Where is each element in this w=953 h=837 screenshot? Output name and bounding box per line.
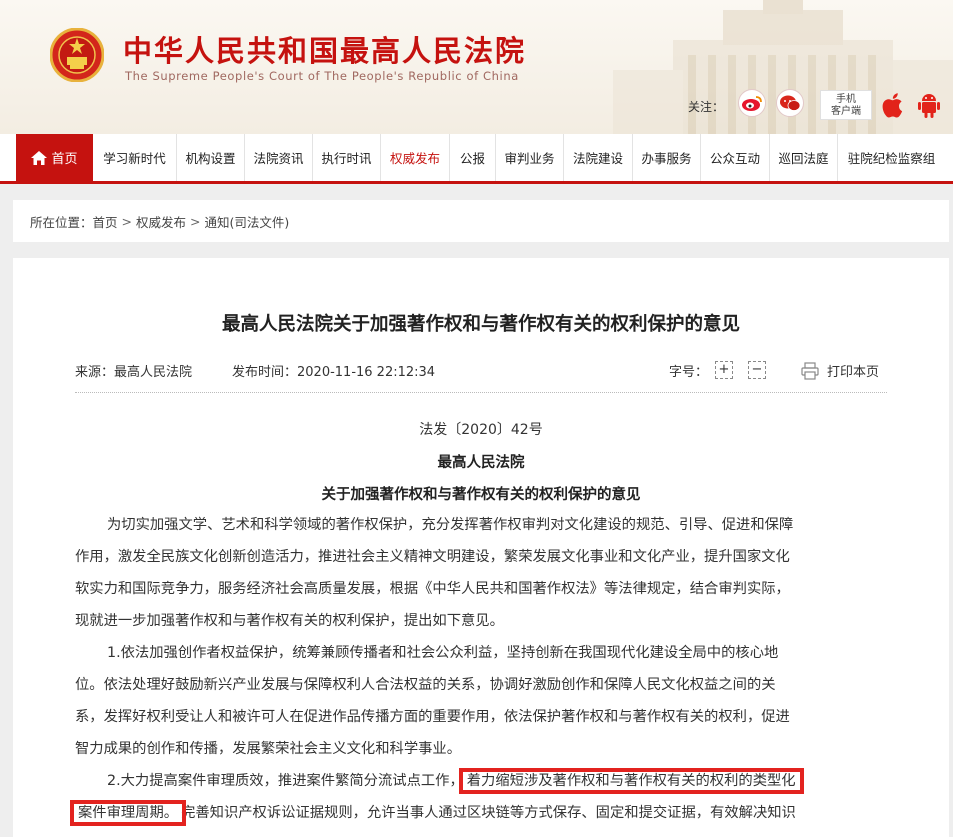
body-line: 2.大力提高案件审理质效，推进案件繁简分流试点工作， 着力缩短涉及著作权和与著作权… — [107, 768, 804, 794]
nav-item-fayuanzixun[interactable]: 法院资讯 — [245, 134, 313, 181]
article-publish-time: 发布时间：2020-11-16 22:12:34 — [232, 365, 436, 380]
print-page-link[interactable]: 打印本页 — [827, 361, 879, 380]
national-emblem-icon — [50, 28, 104, 82]
home-icon — [31, 150, 48, 165]
nav-item-xuexi[interactable]: 学习新时代 — [93, 134, 177, 181]
breadcrumb-item-quanwei[interactable]: 权威发布 — [136, 212, 186, 231]
breadcrumb-item-home[interactable]: 首页 — [93, 212, 118, 231]
main-nav: 首页 学习新时代 机构设置 法院资讯 执行时讯 权威发布 公报 审判业务 法院建… — [0, 134, 953, 184]
font-increase-button[interactable]: + — [715, 361, 733, 379]
breadcrumb-item-current[interactable]: 通知(司法文件) — [205, 212, 290, 231]
nav-item-jigou[interactable]: 机构设置 — [177, 134, 245, 181]
nav-item-jijian[interactable]: 驻院纪检监察组 — [838, 134, 945, 181]
nav-item-home[interactable]: 首页 — [16, 134, 93, 181]
highlighted-text: 案件审理周期。 — [69, 800, 187, 826]
font-size-label: 字号： — [669, 365, 709, 380]
font-decrease-button[interactable]: − — [748, 361, 766, 379]
article-title: 最高人民法院关于加强著作权和与著作权有关的权利保护的意见 — [221, 314, 740, 335]
nav-item-xunhui[interactable]: 巡回法庭 — [770, 134, 838, 181]
body-line: 系，发挥好权利受让人和被许可人在促进作品传播方面的重要作用，依法保护著作权和与著… — [75, 709, 790, 725]
breadcrumb-separator: > — [121, 213, 133, 229]
document-number: 法发〔2020〕42号 — [419, 422, 543, 438]
body-line: 现就进一步加强著作权和与著作权有关的权利保护，提出如下意见。 — [75, 613, 504, 629]
site-title[interactable]: 中华人民共和国最高人民法院 — [123, 28, 526, 70]
site-subtitle-en: The Supreme People's Court of The People… — [125, 69, 519, 83]
body-line: 为切实加强文学、艺术和科学领域的著作权保护，充分发挥著作权审判对文化建设的规范、… — [107, 517, 794, 533]
weibo-icon[interactable] — [738, 89, 766, 117]
follow-label: 关注： — [688, 100, 725, 114]
meta-divider — [75, 392, 887, 393]
nav-item-quanwei[interactable]: 权威发布 — [381, 134, 450, 181]
article-source: 来源：最高人民法院 — [75, 365, 193, 380]
body-line: 1.依法加强创作者权益保护，统筹兼顾传播者和社会公众利益，坚持创新在我国现代化建… — [107, 645, 779, 661]
breadcrumb-separator: > — [190, 213, 201, 229]
nav-item-banshi[interactable]: 办事服务 — [633, 134, 701, 181]
android-icon[interactable] — [914, 90, 944, 120]
body-line: 智力成果的创作和传播，发展繁荣社会主义文化和科学事业。 — [75, 741, 462, 757]
body-text: 2.大力提高案件审理质效，推进案件繁简分流试点工作， — [107, 773, 464, 789]
site-header: 中华人民共和国最高人民法院 The Supreme People's Court… — [0, 0, 953, 134]
breadcrumb: 所在位置： 首页 > 权威发布 > 通知(司法文件) — [13, 200, 949, 242]
article-panel: 最高人民法院关于加强著作权和与著作权有关的权利保护的意见 来源：最高人民法院 发… — [13, 258, 949, 837]
wechat-icon[interactable] — [776, 89, 804, 117]
nav-item-jianshe[interactable]: 法院建设 — [564, 134, 633, 181]
mobile-client-label-line2: 客户端 — [831, 106, 861, 117]
document-issuer: 最高人民法院 — [437, 455, 525, 471]
mobile-client-label-line1: 手机 — [836, 94, 856, 105]
print-icon[interactable] — [801, 362, 819, 380]
nav-home-label: 首页 — [51, 152, 78, 167]
nav-item-gongbao[interactable]: 公报 — [450, 134, 496, 181]
body-line: 软实力和国际竞争力，服务经济社会高质量发展，根据《中华人民共和国著作权法》等法律… — [75, 581, 790, 597]
article-meta: 来源：最高人民法院 发布时间：2020-11-16 22:12:34 字号： +… — [75, 361, 887, 381]
body-text: 完善知识产权诉讼证据规则，允许当事人通过区块链等方式保存、固定和提交证据，有效解… — [181, 805, 796, 821]
mobile-client-button[interactable]: 手机 客户端 — [820, 90, 872, 120]
highlighted-text: 着力缩短涉及著作权和与著作权有关的权利的类型化 — [458, 768, 804, 794]
apple-icon[interactable] — [880, 90, 908, 120]
body-line: 位。依法处理好鼓励新兴产业发展与保障权利人合法权益的关系，协调好激励创作和保障人… — [75, 677, 776, 693]
document-subtitle: 关于加强著作权和与著作权有关的权利保护的意见 — [321, 487, 641, 503]
body-line: 作用，激发全民族文化创新创造活力，推进社会主义精神文明建设，繁荣发展文化事业和文… — [75, 549, 790, 565]
nav-item-hudong[interactable]: 公众互动 — [701, 134, 770, 181]
body-line: 案件审理周期。 完善知识产权诉讼证据规则，允许当事人通过区块链等方式保存、固定和提… — [69, 800, 796, 826]
nav-item-shenpan[interactable]: 审判业务 — [496, 134, 564, 181]
breadcrumb-label: 所在位置： — [30, 214, 93, 230]
nav-item-zhixing[interactable]: 执行时讯 — [313, 134, 381, 181]
